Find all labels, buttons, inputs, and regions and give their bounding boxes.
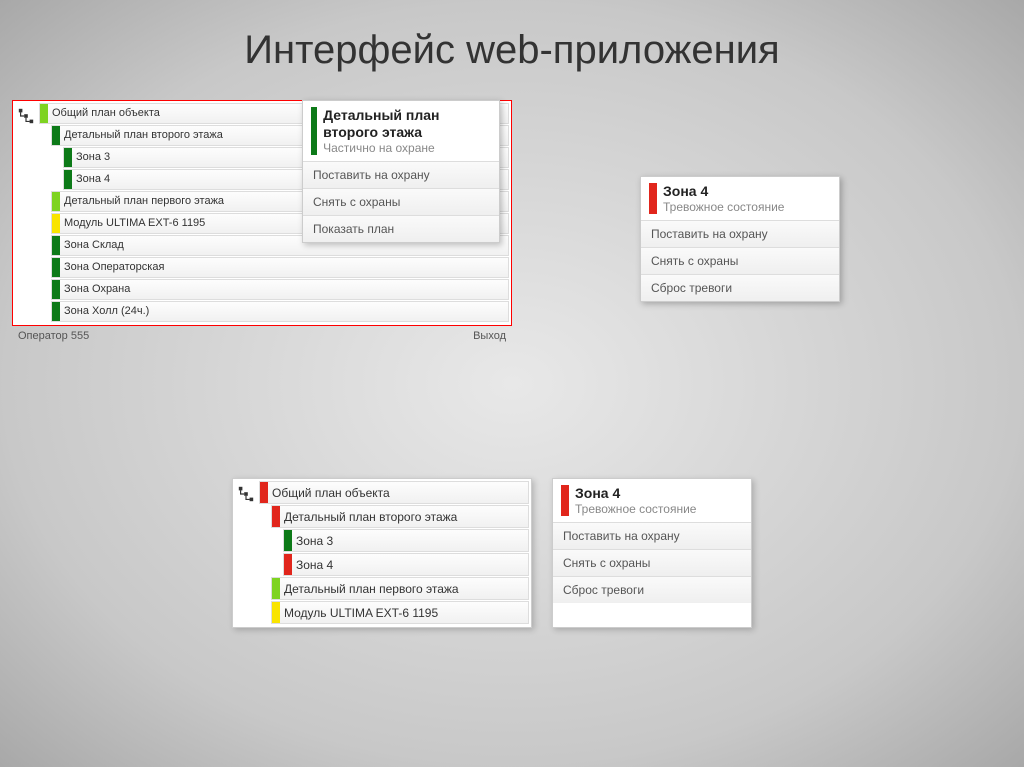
tree-row-label: Зона 3 bbox=[292, 535, 333, 547]
card-action[interactable]: Снять с охраны bbox=[303, 188, 499, 215]
status-bar-icon bbox=[52, 236, 60, 255]
exit-link[interactable]: Выход bbox=[473, 330, 506, 342]
tree-toggle-icon[interactable] bbox=[15, 103, 39, 323]
tree-row[interactable]: Общий план объекта bbox=[259, 481, 529, 504]
status-bar-icon bbox=[649, 183, 657, 214]
card-action[interactable]: Показать план bbox=[303, 215, 499, 242]
tree-row-label: Зона 4 bbox=[292, 559, 333, 571]
panel-footer: Оператор 555 Выход bbox=[12, 326, 512, 342]
hierarchy-icon bbox=[17, 107, 35, 125]
tree-row-label: Зона 4 bbox=[72, 174, 110, 185]
card-title: Зона 4 bbox=[663, 183, 784, 200]
alarm-card-bottom: Зона 4 Тревожное состояние Поставить на … bbox=[552, 478, 752, 628]
card-action[interactable]: Поставить на охрану bbox=[641, 220, 839, 247]
alarm-card-top: Зона 4 Тревожное состояние Поставить на … bbox=[640, 176, 840, 302]
card-subtitle: Тревожное состояние bbox=[575, 502, 696, 516]
panel-tree-card-2: Общий план объекта Детальный план второго… bbox=[232, 478, 772, 628]
tree-row-label: Зона Охрана bbox=[60, 284, 130, 295]
status-bar-icon bbox=[52, 280, 60, 299]
card-actions: Поставить на охрануСнять с охраныПоказат… bbox=[303, 161, 499, 242]
detail-card-1: Детальный план второго этажа Частично на… bbox=[302, 100, 500, 243]
card-action[interactable]: Сброс тревоги bbox=[641, 274, 839, 301]
card-title: Зона 4 bbox=[575, 485, 696, 502]
tree-row-label: Зона 3 bbox=[72, 152, 110, 163]
tree-row-label: Зона Склад bbox=[60, 240, 124, 251]
tree-row[interactable]: Модуль ULTIMA EXT-6 1195 bbox=[271, 601, 529, 624]
card-action[interactable]: Сброс тревоги bbox=[553, 576, 751, 603]
card-action[interactable]: Снять с охраны bbox=[553, 549, 751, 576]
status-bar-icon bbox=[284, 554, 292, 575]
status-bar-icon bbox=[52, 214, 60, 233]
object-tree: Общий план объекта Детальный план второго… bbox=[259, 481, 529, 625]
tree-row[interactable]: Зона 3 bbox=[283, 529, 529, 552]
card-action[interactable]: Поставить на охрану bbox=[553, 522, 751, 549]
operator-label: Оператор 555 bbox=[18, 330, 89, 342]
status-bar-icon bbox=[64, 148, 72, 167]
card-actions: Поставить на охрануСнять с охраныСброс т… bbox=[553, 522, 751, 603]
status-bar-icon bbox=[52, 192, 60, 211]
card-title: Детальный план второго этажа bbox=[323, 107, 491, 141]
tree-row-label: Модуль ULTIMA EXT-6 1195 bbox=[60, 218, 205, 229]
tree-row[interactable]: Детальный план первого этажа bbox=[271, 577, 529, 600]
status-bar-icon bbox=[561, 485, 569, 516]
tree-row-label: Детальный план первого этажа bbox=[280, 583, 459, 595]
status-bar-icon bbox=[40, 104, 48, 123]
tree-row[interactable]: Зона 4 bbox=[283, 553, 529, 576]
card-header: Зона 4 Тревожное состояние bbox=[641, 177, 839, 220]
slide-title: Интерфейс web-приложения bbox=[0, 0, 1024, 89]
status-bar-icon bbox=[284, 530, 292, 551]
tree-row-label: Зона Операторская bbox=[60, 262, 164, 273]
status-bar-icon bbox=[272, 578, 280, 599]
status-bar-icon bbox=[272, 506, 280, 527]
tree-row-label: Модуль ULTIMA EXT-6 1195 bbox=[280, 607, 438, 619]
status-bar-icon bbox=[52, 258, 60, 277]
card-action[interactable]: Поставить на охрану bbox=[303, 161, 499, 188]
tree-toggle-icon[interactable] bbox=[235, 481, 259, 625]
tree-row-label: Общий план объекта bbox=[268, 487, 390, 499]
tree-row-label: Детальный план первого этажа bbox=[60, 196, 224, 207]
tree-row[interactable]: Зона Операторская bbox=[51, 257, 509, 278]
card-header: Зона 4 Тревожное состояние bbox=[553, 479, 751, 522]
card-header: Детальный план второго этажа Частично на… bbox=[303, 101, 499, 161]
card-action[interactable]: Снять с охраны bbox=[641, 247, 839, 274]
tree-row-label: Детальный план второго этажа bbox=[280, 511, 457, 523]
tree-container: Общий план объекта Детальный план второго… bbox=[232, 478, 532, 628]
panel-tree-card-1: Общий план объекта Детальный план второго… bbox=[12, 100, 512, 342]
tree-row[interactable]: Зона Холл (24ч.) bbox=[51, 301, 509, 322]
status-bar-icon bbox=[52, 126, 60, 145]
status-bar-icon bbox=[64, 170, 72, 189]
hierarchy-icon bbox=[237, 485, 255, 503]
tree-row-label: Зона Холл (24ч.) bbox=[60, 306, 149, 317]
tree-row-label: Детальный план второго этажа bbox=[60, 130, 223, 141]
card-subtitle: Частично на охране bbox=[323, 141, 491, 155]
tree-row[interactable]: Детальный план второго этажа bbox=[271, 505, 529, 528]
status-bar-icon bbox=[311, 107, 317, 155]
tree-row-label: Общий план объекта bbox=[48, 108, 160, 119]
card-actions: Поставить на охрануСнять с охраныСброс т… bbox=[641, 220, 839, 301]
status-bar-icon bbox=[52, 302, 60, 321]
tree-row[interactable]: Зона Охрана bbox=[51, 279, 509, 300]
status-bar-icon bbox=[260, 482, 268, 503]
card-subtitle: Тревожное состояние bbox=[663, 200, 784, 214]
status-bar-icon bbox=[272, 602, 280, 623]
